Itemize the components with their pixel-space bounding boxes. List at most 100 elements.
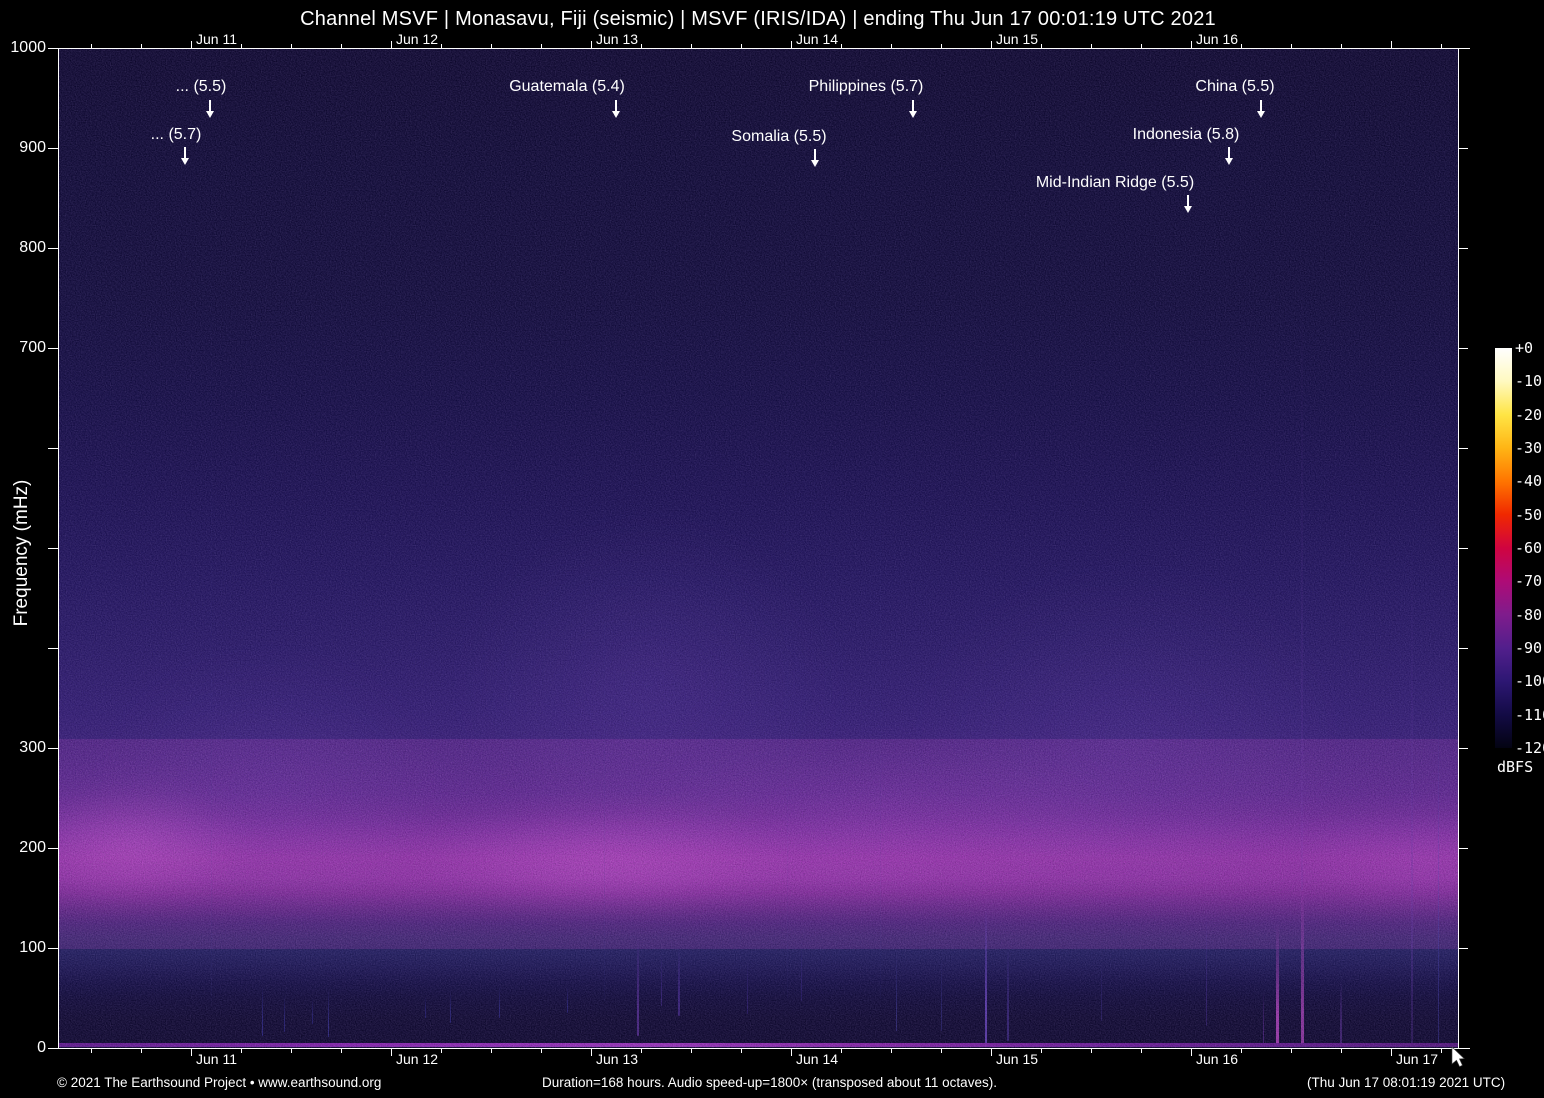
- x-tick-minor-bottom: [841, 1049, 842, 1053]
- footer-render-time: (Thu Jun 17 08:01:19 2021 UTC): [1307, 1075, 1506, 1090]
- chart-title: Channel MSVF | Monasavu, Fiji (seismic) …: [300, 8, 1216, 30]
- earthquake-label: Indonesia (5.8): [1132, 126, 1240, 143]
- footer-copyright: © 2021 The Earthsound Project • www.eart…: [57, 1075, 382, 1090]
- colorbar-tick-label: -50: [1515, 505, 1543, 524]
- spectrogram-screenshot: Channel MSVF | Monasavu, Fiji (seismic) …: [0, 0, 1544, 1098]
- y-tick-right: [1459, 348, 1468, 349]
- earthquake-label: China (5.5): [1195, 78, 1275, 95]
- spectrogram-image: [59, 49, 1458, 1048]
- left-spine: [58, 48, 59, 1049]
- x-tick-minor-top: [641, 44, 642, 48]
- y-axis-title: Frequency (mHz): [11, 479, 32, 627]
- x-tick-minor-bottom: [441, 1049, 442, 1053]
- mouse-cursor-icon: [1451, 1046, 1465, 1068]
- y-tick-label: 200: [19, 839, 46, 856]
- earthquake-label: Philippines (5.7): [808, 78, 924, 95]
- x-tick-minor-top: [691, 44, 692, 48]
- x-tick-label-top: Jun 16: [1196, 31, 1239, 47]
- x-tick-minor-top: [1291, 44, 1292, 48]
- x-tick-minor-top: [491, 44, 492, 48]
- x-tick-minor-top: [541, 44, 542, 48]
- x-tick-minor-bottom: [1241, 1049, 1242, 1053]
- x-tick-minor-top: [141, 44, 142, 48]
- x-tick-minor-bottom: [741, 1049, 742, 1053]
- x-tick-major-top: [191, 41, 192, 48]
- earthquake-label: Guatemala (5.4): [509, 78, 625, 95]
- y-tick-right: [1459, 248, 1468, 249]
- y-tick-left: [48, 348, 58, 349]
- y-tick-left: [48, 548, 58, 549]
- x-tick-minor-top: [1241, 44, 1242, 48]
- x-tick-minor-bottom: [91, 1049, 92, 1053]
- colorbar: [1495, 348, 1512, 748]
- x-tick-label-bottom: Jun 16: [1196, 1051, 1239, 1067]
- x-tick-major-top: [1191, 41, 1192, 48]
- x-tick-minor-top: [1441, 44, 1442, 48]
- y-tick-left: [48, 448, 58, 449]
- y-tick-left: [48, 248, 58, 249]
- y-tick-left: [48, 1048, 58, 1049]
- colorbar-tick-label: -100: [1515, 672, 1544, 691]
- y-tick-right: [1459, 748, 1468, 749]
- x-tick-minor-bottom: [341, 1049, 342, 1053]
- x-tick-minor-top: [1141, 44, 1142, 48]
- y-tick-label: 0: [37, 1039, 46, 1056]
- x-tick-major-bottom: [991, 1049, 992, 1056]
- x-tick-label-bottom: Jun 12: [396, 1051, 439, 1067]
- x-tick-label-bottom: Jun 13: [596, 1051, 639, 1067]
- x-tick-minor-top: [91, 44, 92, 48]
- y-tick-right: [1459, 948, 1468, 949]
- y-tick-label: 100: [19, 939, 46, 956]
- colorbar-tick-label: -120: [1515, 739, 1544, 757]
- top-spine: [58, 48, 1470, 49]
- colorbar-tick-label: -110: [1515, 705, 1544, 724]
- down-arrow-icon: [1184, 195, 1192, 213]
- y-tick-label: 300: [19, 739, 46, 756]
- x-tick-major-top: [991, 41, 992, 48]
- x-tick-minor-top: [841, 44, 842, 48]
- x-tick-minor-top: [941, 44, 942, 48]
- x-tick-minor-top: [891, 44, 892, 48]
- spectrogram-noise-speckle: [59, 49, 1458, 1048]
- x-tick-label-top: Jun 12: [396, 31, 439, 47]
- y-tick-left: [48, 848, 58, 849]
- x-tick-minor-top: [741, 44, 742, 48]
- y-tick-right: [1459, 148, 1468, 149]
- x-tick-major-top: [1391, 41, 1392, 48]
- colorbar-tick-label: -90: [1515, 639, 1543, 657]
- down-arrow-icon: [181, 147, 189, 165]
- x-tick-minor-bottom: [1041, 1049, 1042, 1053]
- x-tick-major-top: [591, 41, 592, 48]
- x-tick-minor-top: [1341, 44, 1342, 48]
- colorbar-tick-label: -20: [1515, 405, 1543, 424]
- earthquake-label: Mid-Indian Ridge (5.5): [1035, 174, 1195, 191]
- x-tick-label-top: Jun 14: [796, 31, 839, 47]
- y-tick-label: 700: [19, 339, 46, 356]
- down-arrow-icon: [1225, 147, 1233, 165]
- y-tick-left: [48, 648, 58, 649]
- x-tick-label-bottom: Jun 14: [796, 1051, 839, 1067]
- x-tick-minor-top: [1041, 44, 1042, 48]
- earthquake-label: ... (5.7): [150, 126, 202, 143]
- x-tick-label-top: Jun 15: [996, 31, 1039, 47]
- colorbar-tick-label: -30: [1515, 439, 1543, 457]
- x-tick-major-bottom: [791, 1049, 792, 1056]
- x-tick-minor-bottom: [641, 1049, 642, 1053]
- x-tick-minor-top: [291, 44, 292, 48]
- y-tick-label: 900: [19, 139, 46, 156]
- x-tick-major-bottom: [591, 1049, 592, 1056]
- bottom-spine: [58, 1048, 1470, 1049]
- x-tick-minor-top: [341, 44, 342, 48]
- y-tick-right: [1459, 48, 1468, 49]
- x-tick-major-top: [791, 41, 792, 48]
- x-tick-minor-top: [241, 44, 242, 48]
- x-tick-minor-bottom: [891, 1049, 892, 1053]
- down-arrow-icon: [1257, 100, 1265, 118]
- y-tick-left: [48, 48, 58, 49]
- colorbar-unit-label: dBFS: [1497, 758, 1534, 776]
- x-tick-minor-bottom: [241, 1049, 242, 1053]
- x-tick-minor-bottom: [141, 1049, 142, 1053]
- x-tick-minor-bottom: [541, 1049, 542, 1053]
- x-tick-minor-bottom: [1441, 1049, 1442, 1053]
- x-tick-minor-bottom: [1091, 1049, 1092, 1053]
